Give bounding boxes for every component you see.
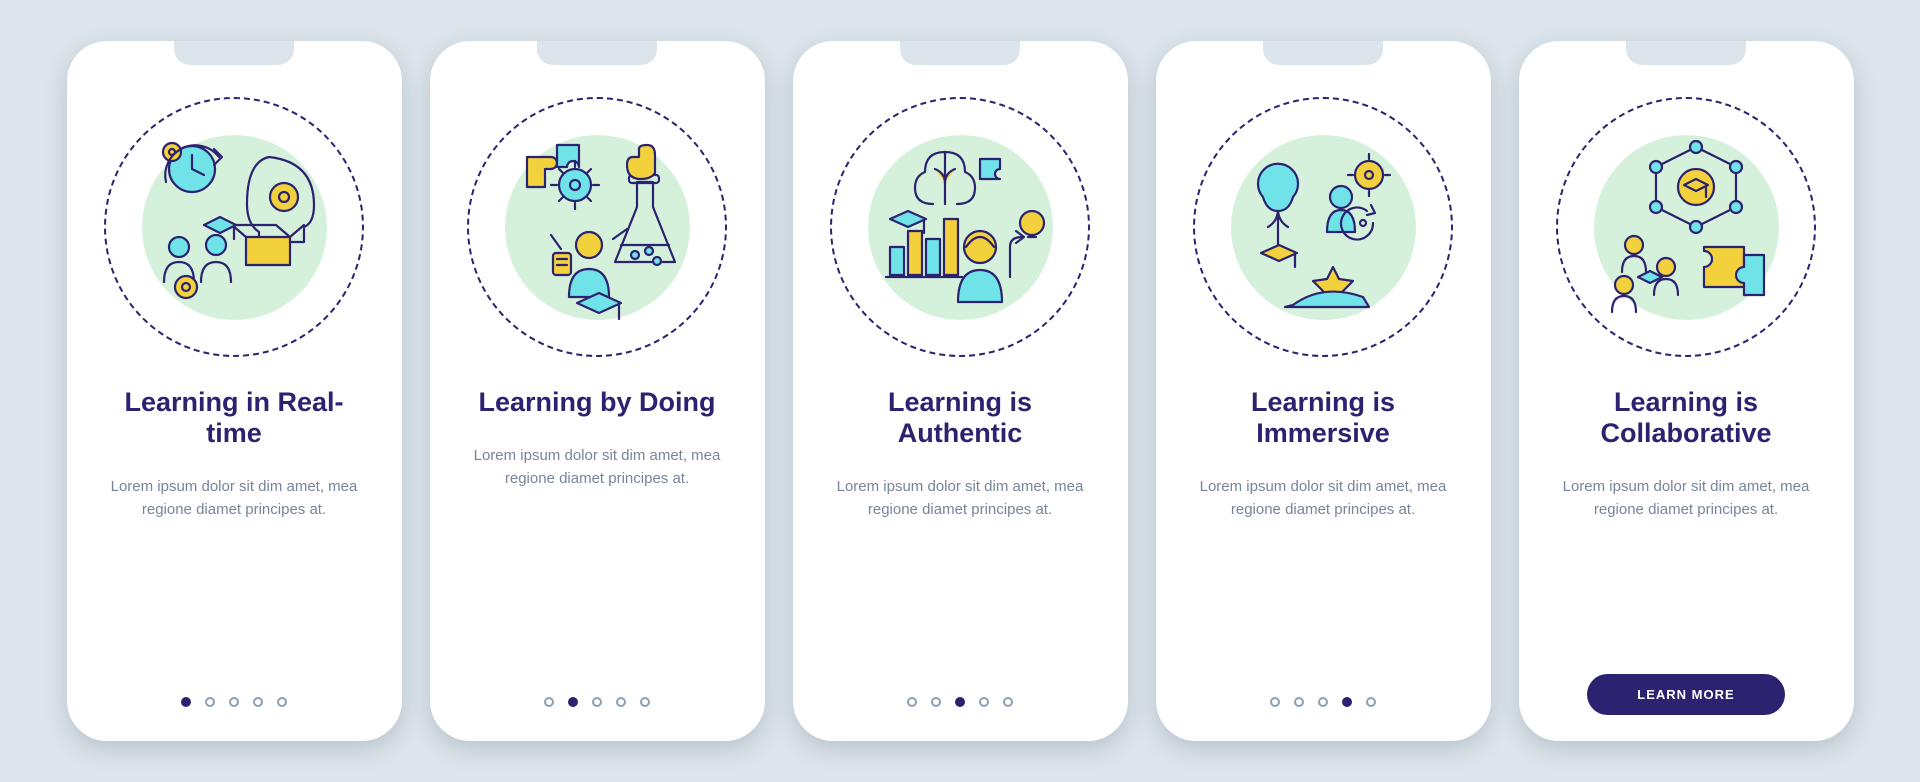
phone-notch (174, 41, 294, 65)
collaborative-learning-icon (1586, 127, 1786, 327)
authentic-learning-icon (860, 127, 1060, 327)
dot[interactable] (1294, 697, 1304, 707)
dot[interactable] (1342, 697, 1352, 707)
card-description: Lorem ipsum dolor sit dim amet, mea regi… (830, 475, 1090, 522)
dot[interactable] (253, 697, 263, 707)
dot[interactable] (544, 697, 554, 707)
phone-notch (537, 41, 657, 65)
dot[interactable] (181, 697, 191, 707)
illustration-wrap (1556, 97, 1816, 357)
card-title: Learning is Immersive (1193, 387, 1453, 449)
dot[interactable] (277, 697, 287, 707)
onboarding-card: Learning by Doing Lorem ipsum dolor sit … (430, 41, 765, 741)
learn-more-button[interactable]: LEARN MORE (1587, 674, 1784, 715)
pagination-dots (907, 697, 1013, 707)
immersive-learning-icon (1223, 127, 1423, 327)
card-description: Lorem ipsum dolor sit dim amet, mea regi… (1556, 475, 1816, 522)
onboarding-card: Learning is Collaborative Lorem ipsum do… (1519, 41, 1854, 741)
onboarding-card: Learning in Real-time Lorem ipsum dolor … (67, 41, 402, 741)
realtime-learning-icon (134, 127, 334, 327)
pagination-dots (544, 697, 650, 707)
dot[interactable] (1318, 697, 1328, 707)
onboarding-card: Learning is Authentic Lorem ipsum dolor … (793, 41, 1128, 741)
card-title: Learning is Collaborative (1556, 387, 1816, 449)
dot[interactable] (568, 697, 578, 707)
card-description: Lorem ipsum dolor sit dim amet, mea regi… (104, 475, 364, 522)
card-title: Learning in Real-time (104, 387, 364, 449)
pagination-dots (1270, 697, 1376, 707)
dot[interactable] (616, 697, 626, 707)
phone-notch (900, 41, 1020, 65)
dot[interactable] (907, 697, 917, 707)
dot[interactable] (205, 697, 215, 707)
dot[interactable] (979, 697, 989, 707)
card-description: Lorem ipsum dolor sit dim amet, mea regi… (1193, 475, 1453, 522)
phone-notch (1626, 41, 1746, 65)
learning-by-doing-icon (497, 127, 697, 327)
illustration-wrap (467, 97, 727, 357)
illustration-wrap (104, 97, 364, 357)
dot[interactable] (1366, 697, 1376, 707)
card-title: Learning is Authentic (830, 387, 1090, 449)
dot[interactable] (229, 697, 239, 707)
illustration-wrap (830, 97, 1090, 357)
pagination-dots (181, 697, 287, 707)
dot[interactable] (931, 697, 941, 707)
dot[interactable] (592, 697, 602, 707)
phone-notch (1263, 41, 1383, 65)
dot[interactable] (640, 697, 650, 707)
onboarding-card: Learning is Immersive Lorem ipsum dolor … (1156, 41, 1491, 741)
card-description: Lorem ipsum dolor sit dim amet, mea regi… (467, 444, 727, 491)
illustration-wrap (1193, 97, 1453, 357)
card-title: Learning by Doing (478, 387, 715, 418)
dot[interactable] (1003, 697, 1013, 707)
dot[interactable] (1270, 697, 1280, 707)
dot[interactable] (955, 697, 965, 707)
